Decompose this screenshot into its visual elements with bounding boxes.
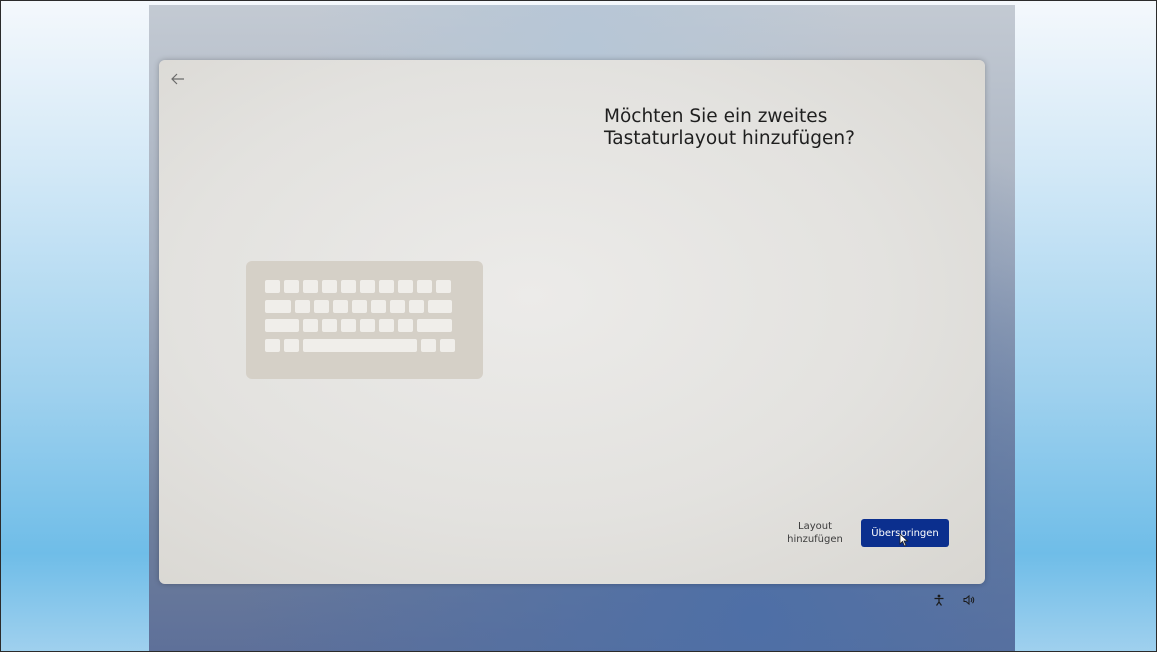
page-title: Möchten Sie ein zweites Tastaturlayout h… [604, 106, 855, 149]
keyboard-icon [246, 261, 483, 379]
action-bar: Layout hinzufügen Überspringen [785, 519, 949, 547]
screen-photo: Möchten Sie ein zweites Tastaturlayout h… [149, 5, 1015, 651]
skip-button[interactable]: Überspringen [861, 519, 949, 547]
volume-icon[interactable] [963, 594, 975, 609]
oobe-card: Möchten Sie ein zweites Tastaturlayout h… [159, 60, 985, 584]
arrow-left-icon[interactable] [167, 68, 189, 90]
mouse-cursor-icon [899, 533, 909, 547]
slide-frame: Möchten Sie ein zweites Tastaturlayout h… [0, 0, 1157, 652]
add-layout-button[interactable]: Layout hinzufügen [785, 520, 845, 546]
system-tray [933, 594, 975, 609]
accessibility-icon[interactable] [933, 594, 945, 609]
